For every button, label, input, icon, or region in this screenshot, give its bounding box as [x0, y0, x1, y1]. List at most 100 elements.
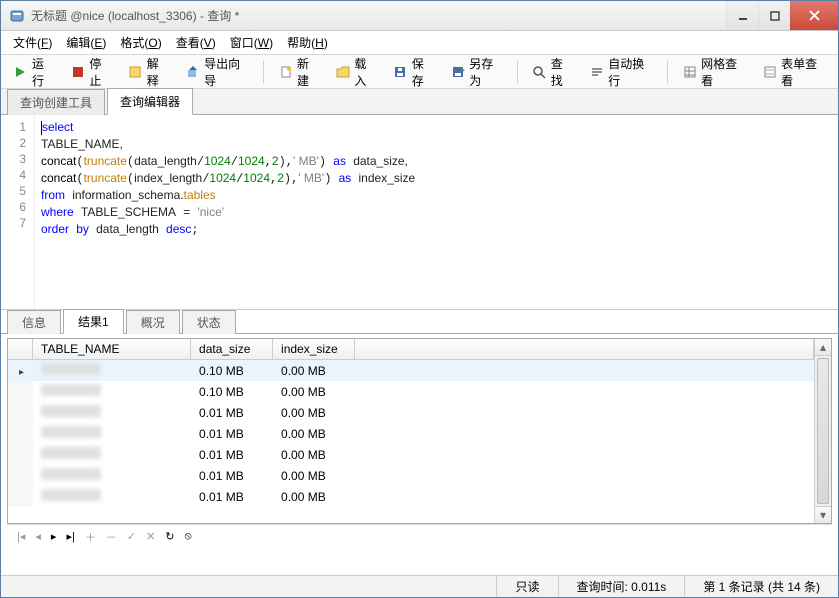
status-query-time: 查询时间: 0.011s — [558, 576, 685, 597]
new-icon — [278, 64, 293, 80]
cell-table-name[interactable] — [33, 444, 191, 465]
cell-table-name[interactable] — [33, 486, 191, 507]
row-marker — [8, 444, 33, 465]
play-icon — [13, 64, 28, 80]
cell-table-name[interactable] — [33, 402, 191, 423]
row-marker-header — [8, 339, 33, 360]
cell-data-size[interactable]: 0.10 MB — [191, 381, 273, 402]
table-row[interactable]: 0.01 MB0.00 MB — [8, 486, 814, 507]
new-button[interactable]: 新建 — [272, 51, 325, 93]
scroll-up-icon[interactable]: ▴ — [815, 339, 831, 356]
tab-result1[interactable]: 结果1 — [63, 309, 124, 334]
row-marker — [8, 360, 33, 382]
table-row[interactable]: 0.01 MB0.00 MB — [8, 465, 814, 486]
cell-index-size[interactable]: 0.00 MB — [273, 381, 355, 402]
column-header[interactable]: index_size — [273, 339, 355, 360]
nav-last-icon[interactable]: ▸| — [66, 530, 74, 543]
window-title: 无标题 @nice (localhost_3306) - 查询 * — [31, 7, 726, 24]
maximize-button[interactable] — [758, 1, 790, 30]
editor-pane: 1234567 select TABLE_NAME, concat(trunca… — [1, 115, 838, 310]
column-header[interactable]: data_size — [191, 339, 273, 360]
status-bar: 只读 查询时间: 0.011s 第 1 条记录 (共 14 条) — [1, 575, 838, 597]
table-row[interactable]: 0.01 MB0.00 MB — [8, 402, 814, 423]
cell-data-size[interactable]: 0.01 MB — [191, 423, 273, 444]
wrap-icon — [589, 64, 604, 80]
close-button[interactable] — [790, 1, 838, 30]
export-wizard-button[interactable]: 导出向导 — [179, 51, 255, 93]
row-marker — [8, 486, 33, 507]
save-icon — [393, 64, 408, 80]
cell-data-size[interactable]: 0.01 MB — [191, 402, 273, 423]
scroll-thumb[interactable] — [817, 358, 829, 504]
grid-icon — [682, 64, 697, 80]
cell-data-size[interactable]: 0.01 MB — [191, 444, 273, 465]
query-tabstrip: 查询创建工具 查询编辑器 — [1, 89, 838, 115]
status-record: 第 1 条记录 (共 14 条) — [684, 576, 838, 597]
app-icon — [9, 8, 25, 24]
nav-prev-icon[interactable]: ◂ — [35, 530, 41, 543]
find-button[interactable]: 查找 — [526, 51, 579, 93]
form-icon — [762, 64, 777, 80]
grid-nav-toolbar: |◂ ◂ ▸ ▸| ＋ － ✓ ✕ ↻ ⦸ — [7, 524, 832, 548]
row-marker — [8, 381, 33, 402]
export-icon — [185, 64, 200, 80]
results-tabstrip: 信息 结果1 概况 状态 — [1, 310, 838, 334]
result-grid-wrap: TABLE_NAME data_size index_size 0.10 MB0… — [7, 338, 832, 524]
table-row[interactable]: 0.01 MB0.00 MB — [8, 423, 814, 444]
folder-icon — [335, 64, 350, 80]
search-icon — [532, 64, 547, 80]
cell-data-size[interactable]: 0.10 MB — [191, 360, 273, 382]
form-view-button[interactable]: 表单查看 — [756, 51, 832, 93]
sql-editor[interactable]: select TABLE_NAME, concat(truncate(data_… — [35, 115, 838, 309]
tab-profile[interactable]: 概况 — [126, 310, 180, 334]
nav-cancel-icon[interactable]: ✕ — [146, 530, 155, 543]
nav-first-icon[interactable]: |◂ — [17, 530, 25, 543]
load-button[interactable]: 载入 — [329, 51, 382, 93]
nav-refresh-icon[interactable]: ↻ — [165, 530, 174, 543]
nav-stop-icon[interactable]: ⦸ — [185, 530, 192, 543]
vertical-scrollbar[interactable]: ▴ ▾ — [814, 339, 831, 523]
nav-next-icon[interactable]: ▸ — [51, 530, 57, 543]
tab-query-editor[interactable]: 查询编辑器 — [107, 88, 193, 115]
table-row[interactable]: 0.10 MB0.00 MB — [8, 381, 814, 402]
row-marker — [8, 402, 33, 423]
explain-icon — [128, 64, 143, 80]
cell-data-size[interactable]: 0.01 MB — [191, 465, 273, 486]
column-header[interactable]: TABLE_NAME — [33, 339, 191, 360]
cell-index-size[interactable]: 0.00 MB — [273, 360, 355, 382]
explain-button[interactable]: 解释 — [122, 51, 175, 93]
stop-button[interactable]: 停止 — [64, 51, 117, 93]
table-row[interactable]: 0.01 MB0.00 MB — [8, 444, 814, 465]
table-row[interactable]: 0.10 MB0.00 MB — [8, 360, 814, 382]
result-grid[interactable]: TABLE_NAME data_size index_size 0.10 MB0… — [8, 339, 814, 507]
cell-data-size[interactable]: 0.01 MB — [191, 486, 273, 507]
cell-table-name[interactable] — [33, 360, 191, 382]
stop-icon — [70, 64, 85, 80]
nav-add-icon[interactable]: ＋ — [85, 529, 96, 545]
cell-index-size[interactable]: 0.00 MB — [273, 486, 355, 507]
tab-query-builder[interactable]: 查询创建工具 — [7, 89, 105, 115]
tab-status[interactable]: 状态 — [182, 310, 236, 334]
toolbar: 运行 停止 解释 导出向导 新建 载入 保存 另存为 查找 自动换行 网格查看 … — [1, 55, 838, 89]
row-marker — [8, 465, 33, 486]
cell-index-size[interactable]: 0.00 MB — [273, 444, 355, 465]
cell-table-name[interactable] — [33, 423, 191, 444]
autowrap-button[interactable]: 自动换行 — [583, 51, 659, 93]
save-button[interactable]: 保存 — [387, 51, 440, 93]
tab-info[interactable]: 信息 — [7, 310, 61, 334]
row-marker — [8, 423, 33, 444]
scroll-down-icon[interactable]: ▾ — [815, 506, 831, 523]
line-gutter: 1234567 — [1, 115, 35, 309]
cell-index-size[interactable]: 0.00 MB — [273, 465, 355, 486]
cell-table-name[interactable] — [33, 381, 191, 402]
nav-delete-icon[interactable]: － — [106, 529, 117, 545]
grid-view-button[interactable]: 网格查看 — [676, 51, 752, 93]
minimize-button[interactable] — [726, 1, 758, 30]
cell-index-size[interactable]: 0.00 MB — [273, 402, 355, 423]
title-bar: 无标题 @nice (localhost_3306) - 查询 * — [1, 1, 838, 31]
save-as-button[interactable]: 另存为 — [444, 51, 509, 93]
cell-table-name[interactable] — [33, 465, 191, 486]
nav-check-icon[interactable]: ✓ — [127, 530, 136, 543]
cell-index-size[interactable]: 0.00 MB — [273, 423, 355, 444]
run-button[interactable]: 运行 — [7, 51, 60, 93]
